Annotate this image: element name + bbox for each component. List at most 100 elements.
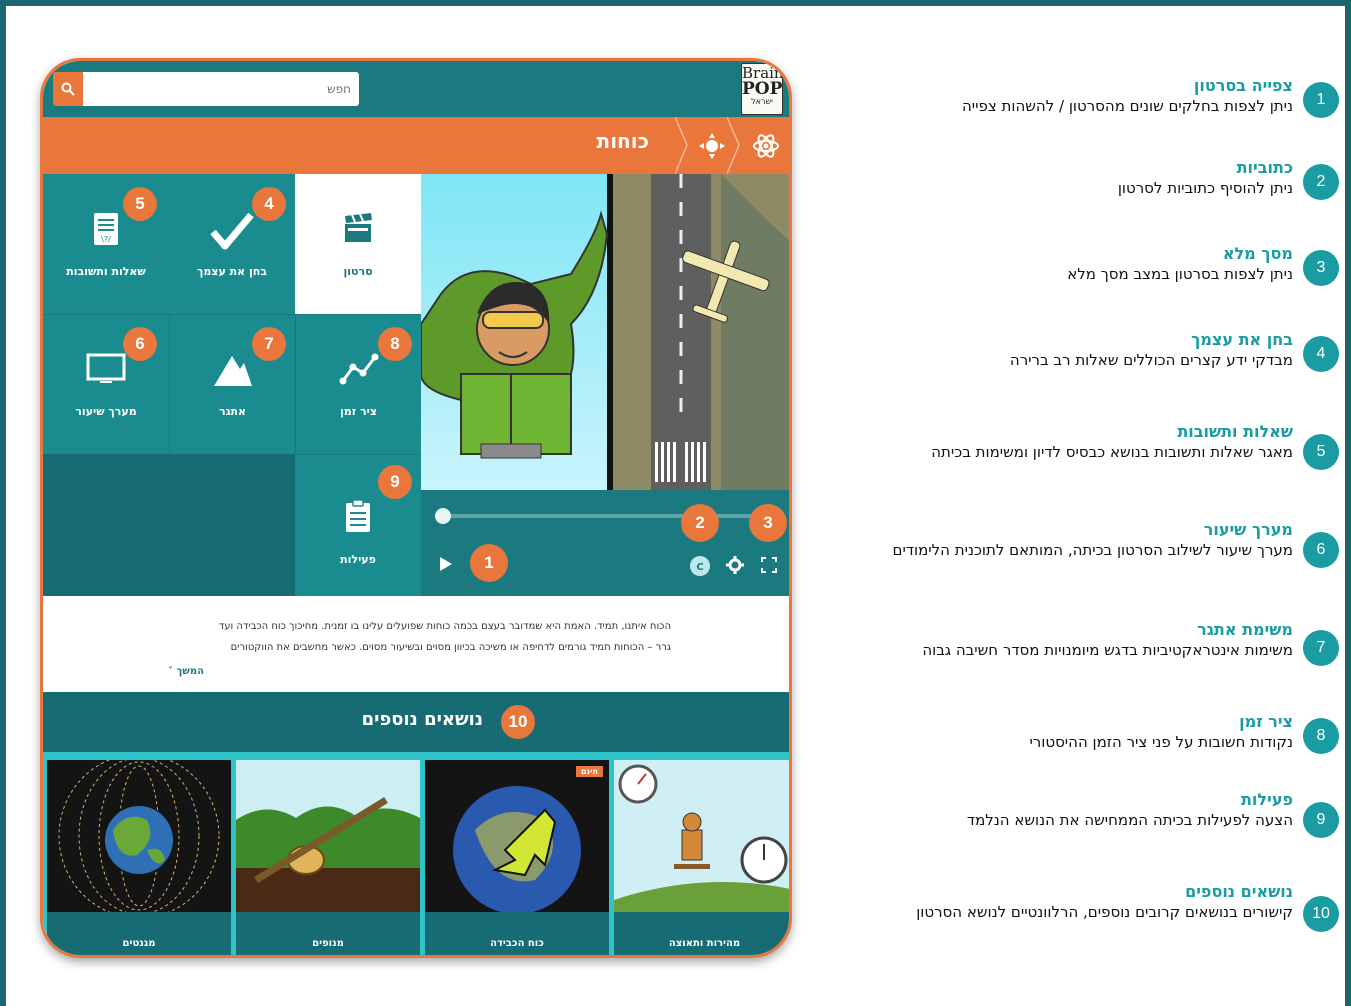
legend-item-8: 8 ציר זמן נקודות חשובות על פני ציר הזמן …: [863, 712, 1339, 754]
fullscreen-icon[interactable]: [761, 557, 777, 573]
legend-title: צפייה בסרטון: [1193, 76, 1293, 95]
legend-desc: משימות אינטראקטיביות בדגש מיומנויות מסדר…: [922, 641, 1293, 659]
checkmark-icon: [210, 212, 254, 250]
mountain-icon: [213, 356, 252, 386]
video-controls: C: [421, 490, 789, 596]
qa-document-icon: \?/: [94, 213, 118, 245]
clipboard-icon: [346, 499, 370, 532]
legend-title: בחן את עצמך: [1191, 330, 1293, 349]
legend-number: 9: [1303, 802, 1339, 838]
legend-number: 1: [1303, 82, 1339, 118]
legend-title: כתוביות: [1236, 158, 1293, 177]
related-card-speed[interactable]: מהירות ותאוצה: [614, 760, 789, 955]
related-card-gravity[interactable]: חינם כוח הכבידה: [425, 760, 609, 955]
legend-desc: מערך שיעור לשילוב הסרטון בכיתה, המותאם ל…: [892, 541, 1293, 559]
speed-thumbnail: [614, 760, 789, 912]
clapperboard-icon: [345, 213, 372, 242]
search-box: [53, 72, 359, 106]
tile-timeline-label: ציר זמן: [339, 405, 377, 418]
svg-text:C: C: [696, 562, 703, 573]
badge-1: 1: [470, 544, 508, 582]
legend-number: 4: [1303, 336, 1339, 372]
topic-bar: כוחות: [43, 117, 789, 174]
video-player[interactable]: [421, 174, 789, 490]
badge-9: 9: [378, 465, 412, 499]
legend-number: 3: [1303, 250, 1339, 286]
tile-activities-label: פעילות: [340, 553, 376, 566]
legend-desc: קישורים בנושאים קרובים נוספים, הרלוונטיי…: [916, 903, 1293, 921]
levers-thumbnail: [236, 760, 420, 912]
breadcrumb-chevron-icon: [727, 117, 740, 174]
badge-5: 5: [123, 187, 157, 221]
related-card-magnets[interactable]: מגנטים: [47, 760, 231, 955]
legend-title: פעילות: [1241, 790, 1293, 809]
progress-track[interactable]: [439, 514, 779, 518]
tile-movie-label: סרטון: [343, 265, 373, 278]
legend-item-7: 7 משימת אתגר משימות אינטראקטיביות בדגש מ…: [863, 620, 1339, 666]
tile-qa-label: שאלות ותשובות: [66, 265, 146, 278]
related-card-label: מגנטים: [122, 938, 156, 949]
logo-line3: ישראל: [751, 97, 773, 106]
gear-icon[interactable]: [726, 556, 744, 574]
legend-number: 2: [1303, 164, 1339, 200]
atom-icon[interactable]: [751, 131, 781, 161]
legend-item-9: 9 פעילות הצעה לפעילות בכיתה הממחישה את ה…: [863, 790, 1339, 838]
legend-item-10: 10 נושאים נוספים קישורים בנושאים קרובים …: [863, 882, 1339, 932]
badge-2: 2: [681, 504, 719, 542]
description-line2: גרר – הכוחות תמיד גורמים לדחיפה או משיכה…: [230, 642, 671, 653]
read-more-link[interactable]: המשך ˅: [168, 666, 204, 677]
badge-4: 4: [252, 187, 286, 221]
search-button[interactable]: [53, 72, 83, 106]
tile-challenge-label: אתגר: [218, 405, 247, 418]
legend-desc: נקודות חשובות על פני ציר הזמן ההיסטורי: [1029, 733, 1293, 751]
legend-title: מערך שיעור: [1203, 520, 1293, 539]
related-card-label: כוח הכבידה: [490, 938, 544, 949]
search-input[interactable]: [83, 72, 359, 106]
brainpop-logo[interactable]: Brain POP ישראל: [741, 63, 784, 115]
badge-8: 8: [378, 327, 412, 361]
progress-knob[interactable]: [435, 508, 451, 524]
timeline-icon: [339, 353, 378, 385]
legend-item-5: 5 שאלות ותשובות מאגר שאלות ותשובות בנושא…: [863, 422, 1339, 470]
legend-title: שאלות ותשובות: [1177, 422, 1293, 441]
captions-icon[interactable]: C: [689, 555, 711, 577]
legend-desc: ניתן להוסיף כתוביות לסרטון: [1117, 179, 1293, 197]
topic-title: כוחות: [596, 129, 649, 153]
empty-panel: [43, 454, 295, 596]
legend-number: 6: [1303, 532, 1339, 568]
search-icon: [61, 82, 75, 96]
badge-3: 3: [749, 504, 787, 542]
legend-number: 7: [1303, 630, 1339, 666]
related-topics-list: מגנטים מנופים חינם כוח הכבידה מהירות ותא…: [43, 752, 789, 955]
legend-desc: מבדקי ידע קצרים הכוללים שאלות רב ברירה: [1009, 351, 1293, 369]
brainpop-app: Brain POP ישראל: [40, 58, 792, 958]
logo-line2: POP: [742, 79, 783, 99]
legend-item-4: 4 בחן את עצמך מבדקי ידע קצרים הכוללים שא…: [863, 330, 1339, 372]
badge-7: 7: [252, 327, 286, 361]
related-topics-title: נושאים נוספים: [361, 709, 483, 730]
legend-title: מסך מלא: [1222, 244, 1293, 263]
monitor-icon: [86, 353, 126, 383]
gravity-thumbnail: [425, 760, 609, 912]
legend-number: 8: [1303, 718, 1339, 754]
legend-desc: מאגר שאלות ותשובות בנושא כבסיס לדיון ומש…: [931, 443, 1293, 461]
badge-6: 6: [123, 327, 157, 361]
legend-number: 10: [1303, 896, 1339, 932]
svg-text:\?/: \?/: [101, 235, 111, 244]
legend-item-6: 6 מערך שיעור מערך שיעור לשילוב הסרטון בכ…: [863, 520, 1339, 568]
related-card-label: מנופים: [312, 938, 344, 949]
legend-item-1: 1 צפייה בסרטון ניתן לצפות בחלקים שונים מ…: [863, 76, 1339, 118]
legend-title: ציר זמן: [1239, 712, 1293, 731]
legend-title: משימת אתגר: [1197, 620, 1293, 639]
forces-icon[interactable]: [697, 131, 727, 161]
magnets-thumbnail: [47, 760, 231, 912]
video-frame-illustration: [421, 174, 789, 490]
play-icon[interactable]: [439, 556, 453, 572]
top-bar: Brain POP ישראל: [43, 61, 789, 117]
legend-desc: ניתן לצפות בסרטון במצב מסך מלא: [1067, 265, 1293, 283]
description-line1: הכוח איתנו, תמיד. האמת היא שמדובר בעצם ב…: [218, 621, 671, 632]
tile-movie[interactable]: סרטון: [295, 174, 421, 314]
related-card-label: מהירות ותאוצה: [668, 938, 741, 949]
legend-desc: ניתן לצפות בחלקים שונים מהסרטון / להשהות…: [961, 97, 1293, 115]
related-card-levers[interactable]: מנופים: [236, 760, 420, 955]
